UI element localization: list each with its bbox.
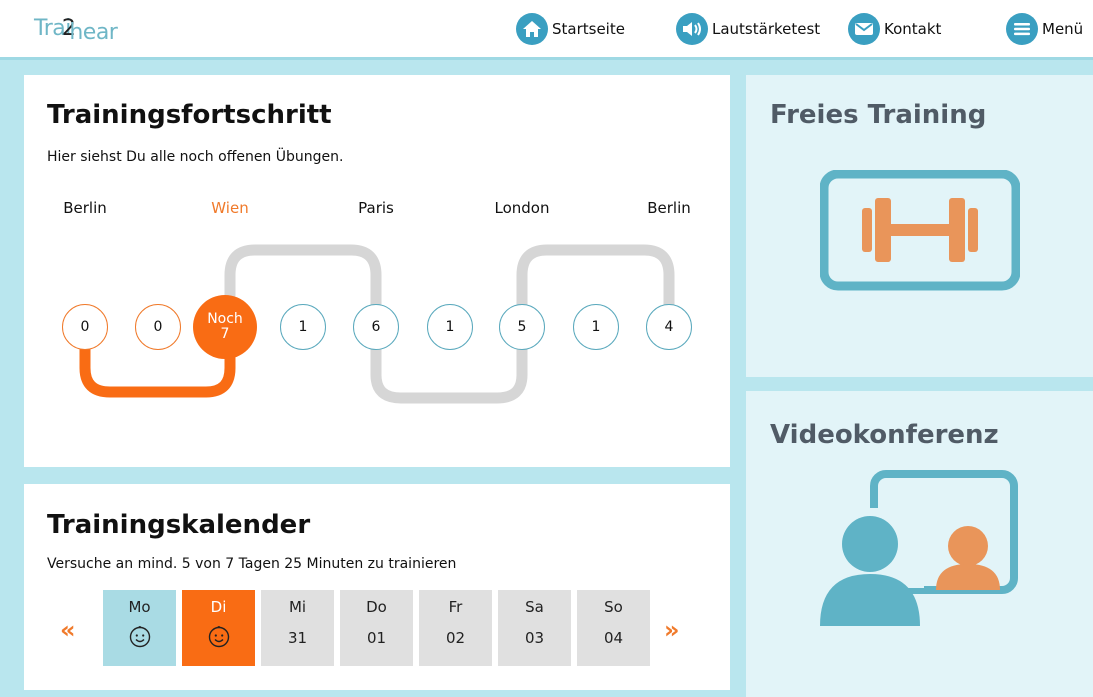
day-date: 02 [445,629,466,647]
progress-node-1[interactable]: 0 [62,304,108,350]
progress-node-8[interactable]: 1 [573,304,619,350]
progress-node-4[interactable]: 1 [280,304,326,350]
day-name: Fr [448,598,463,616]
calendar-subtitle: Versuche an mind. 5 von 7 Tagen 25 Minut… [47,556,457,572]
day-date: 04 [603,629,624,647]
progress-node-6[interactable]: 1 [427,304,473,350]
day-date: 03 [524,629,545,647]
video-call-icon [820,470,1018,626]
smiley-icon [129,626,150,648]
calendar-day-mo[interactable]: Mo [103,590,176,666]
progress-node-5[interactable]: 6 [353,304,399,350]
day-date: 31 [287,629,308,647]
video-conference-title: Videokonferenz [770,420,999,450]
smiley-icon [208,626,229,648]
calendar-title: Trainingskalender [47,510,311,540]
calendar-prev-button[interactable]: « [60,616,76,644]
progress-node-9[interactable]: 4 [646,304,692,350]
day-name: Do [366,598,387,616]
day-name: Mi [288,598,307,616]
day-date: 01 [366,629,387,647]
path-upper-loop-1 [224,244,382,311]
progress-node-current[interactable]: Noch 7 [193,295,257,359]
day-name: Mo [128,598,151,616]
calendar-day-so[interactable]: So 04 [577,590,650,666]
dumbbell-icon [820,170,1020,291]
free-training-title: Freies Training [770,100,987,130]
path-lower-loop-1 [370,344,528,404]
day-name: Sa [525,598,544,616]
calendar-day-fr[interactable]: Fr 02 [419,590,492,666]
calendar-day-di[interactable]: Di [182,590,255,666]
path-upper-loop-2 [516,244,675,311]
calendar-day-do[interactable]: Do 01 [340,590,413,666]
day-name: So [604,598,623,616]
calendar-next-button[interactable]: » [664,616,680,644]
progress-node-7[interactable]: 5 [499,304,545,350]
day-name: Di [210,598,227,616]
path-completed-segment [79,344,236,398]
current-node-count: 7 [220,326,230,342]
current-node-label: Noch [207,311,243,327]
progress-node-2[interactable]: 0 [135,304,181,350]
calendar-day-sa[interactable]: Sa 03 [498,590,571,666]
calendar-day-mi[interactable]: Mi 31 [261,590,334,666]
